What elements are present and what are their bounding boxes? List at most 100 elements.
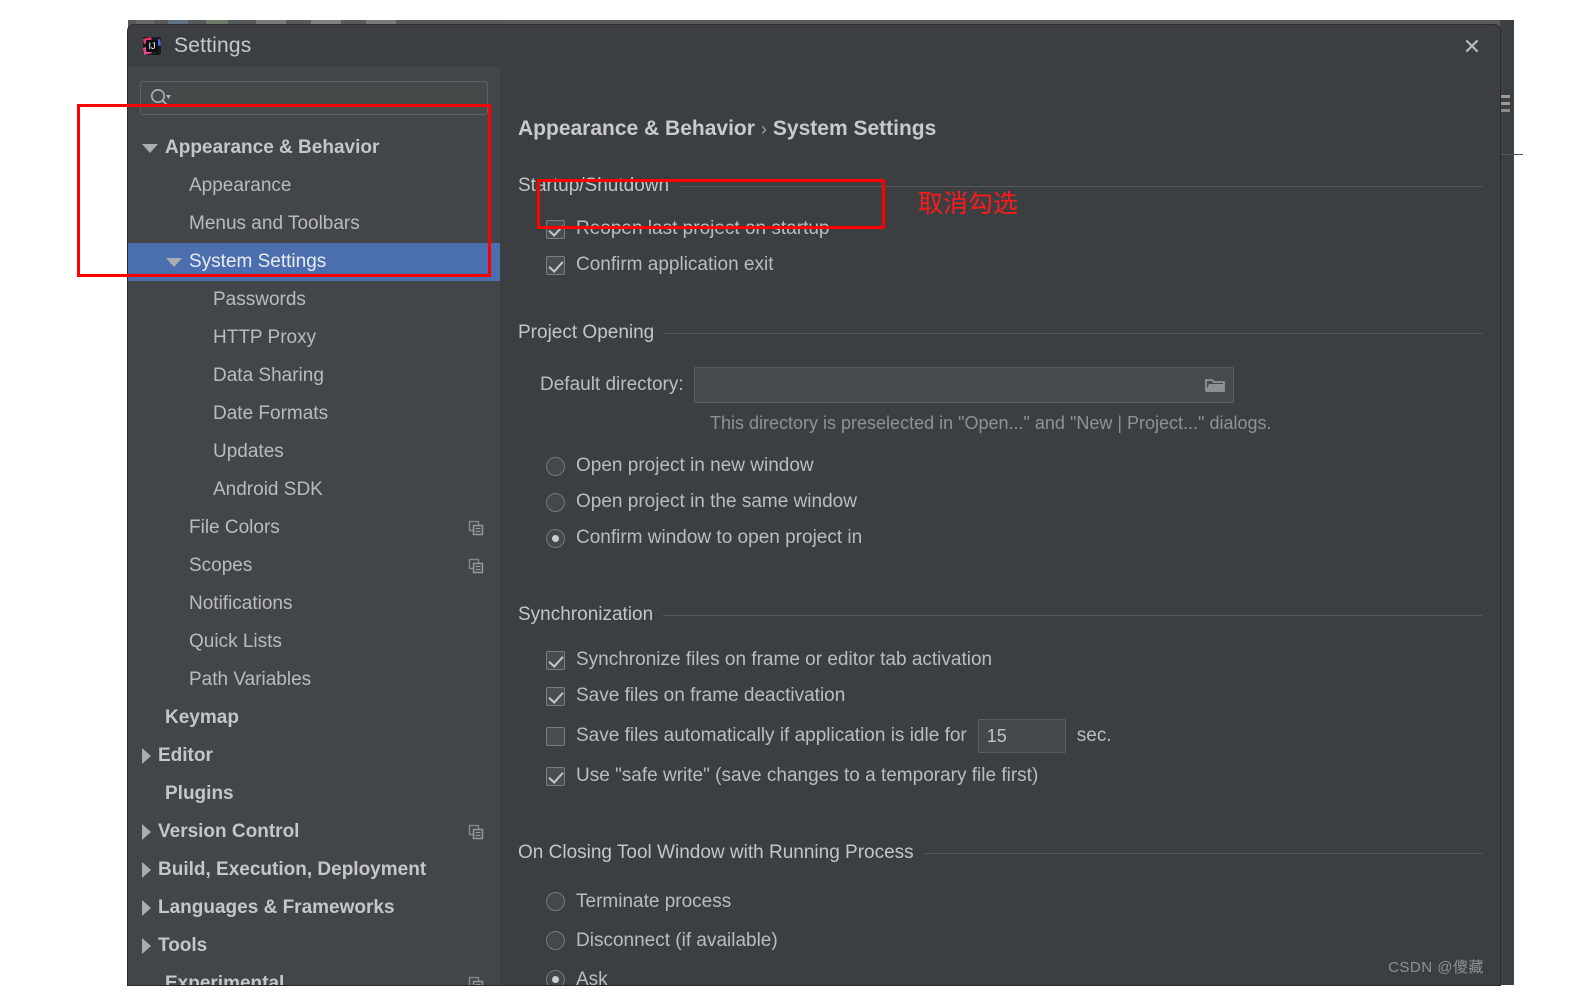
- radio-open-project-new-window[interactable]: [546, 456, 565, 476]
- sidebar-item-label: Notifications: [189, 593, 293, 614]
- checkbox-confirm-application-exit[interactable]: [546, 255, 565, 275]
- settings-sidebar: Appearance & Behavior Appearance Menus and…: [128, 67, 500, 985]
- checkbox-label: Confirm application exit: [576, 254, 774, 275]
- section-title: Startup/Shutdown: [518, 175, 670, 196]
- checkbox-use-safe-write[interactable]: [546, 766, 565, 786]
- copy-icon[interactable]: [468, 520, 484, 536]
- sidebar-item-label: Passwords: [213, 289, 306, 310]
- radio-disconnect-if-available[interactable]: [546, 931, 565, 950]
- default-directory-input[interactable]: [694, 368, 1233, 402]
- sidebar-item-notifications[interactable]: Notifications: [128, 585, 500, 623]
- chevron-down-icon[interactable]: [142, 143, 158, 153]
- copy-icon[interactable]: [468, 976, 484, 985]
- sidebar-item-android-sdk[interactable]: Android SDK: [128, 471, 500, 509]
- sidebar-item-version-control[interactable]: Version Control: [128, 813, 500, 851]
- sidebar-item-plugins[interactable]: Plugins: [128, 775, 500, 813]
- breadcrumb: Appearance & Behavior › System Settings: [518, 117, 936, 141]
- sidebar-item-menus-and-toolbars[interactable]: Menus and Toolbars: [128, 205, 500, 243]
- close-icon[interactable]: ✕: [1458, 33, 1486, 61]
- sidebar-item-http-proxy[interactable]: HTTP Proxy: [128, 319, 500, 357]
- default-directory-field[interactable]: [693, 367, 1234, 403]
- section-title: On Closing Tool Window with Running Proc…: [518, 842, 914, 863]
- chevron-right-icon[interactable]: [142, 938, 151, 954]
- radio-row-open-same-window[interactable]: Open project in the same window: [546, 484, 1482, 520]
- radio-row-disconnect[interactable]: Disconnect (if available): [546, 921, 1482, 960]
- checkbox-row-save-on-deactivation[interactable]: Save files on frame deactivation: [546, 678, 1482, 714]
- radio-row-open-new-window[interactable]: Open project in new window: [546, 448, 1482, 484]
- sidebar-item-appearance-behavior[interactable]: Appearance & Behavior: [128, 129, 500, 167]
- radio-confirm-window-to-open-project-in[interactable]: [546, 528, 565, 548]
- sidebar-item-appearance[interactable]: Appearance: [128, 167, 500, 205]
- sidebar-item-languages-frameworks[interactable]: Languages & Frameworks: [128, 889, 500, 927]
- search-wrapper: [128, 67, 500, 115]
- section-title: Synchronization: [518, 604, 654, 625]
- radio-row-confirm-window[interactable]: Confirm window to open project in: [546, 520, 1482, 556]
- sidebar-item-quick-lists[interactable]: Quick Lists: [128, 623, 500, 661]
- sidebar-item-tools[interactable]: Tools: [128, 927, 500, 965]
- synchronization-options: Synchronize files on frame or editor tab…: [518, 642, 1482, 794]
- checkbox-reopen-last-project[interactable]: [546, 219, 565, 239]
- copy-icon[interactable]: [468, 824, 484, 840]
- section-header: Synchronization: [518, 604, 1482, 626]
- sidebar-item-experimental[interactable]: Experimental: [128, 965, 500, 985]
- section-divider: [923, 852, 1482, 854]
- sidebar-item-label: Experimental: [165, 973, 285, 985]
- checkbox-synchronize-files[interactable]: [546, 650, 565, 670]
- sidebar-item-path-variables[interactable]: Path Variables: [128, 661, 500, 699]
- chevron-right-icon[interactable]: [142, 862, 151, 878]
- radio-open-project-same-window[interactable]: [546, 492, 565, 512]
- section-header: Project Opening: [518, 322, 1482, 344]
- chevron-right-icon[interactable]: [142, 900, 151, 916]
- annotation-note: 取消勾选: [918, 190, 1019, 218]
- sidebar-item-system-settings[interactable]: System Settings: [128, 243, 500, 281]
- sidebar-item-file-colors[interactable]: File Colors: [128, 509, 500, 547]
- chevron-right-icon[interactable]: [142, 748, 151, 764]
- folder-icon[interactable]: [1204, 376, 1225, 394]
- sidebar-item-updates[interactable]: Updates: [128, 433, 500, 471]
- radio-row-ask[interactable]: Ask: [546, 960, 1482, 985]
- dialog-body: Appearance & Behavior Appearance Menus and…: [128, 67, 1500, 985]
- sidebar-item-passwords[interactable]: Passwords: [128, 281, 500, 319]
- checkbox-save-files-frame-deactivation[interactable]: [546, 686, 565, 706]
- sidebar-item-data-sharing[interactable]: Data Sharing: [128, 357, 500, 395]
- seconds-unit-label: sec.: [1076, 725, 1112, 746]
- chevron-down-icon[interactable]: [166, 257, 182, 267]
- sidebar-item-label: Path Variables: [189, 669, 312, 690]
- sidebar-item-label: HTTP Proxy: [213, 327, 317, 348]
- radio-ask[interactable]: [546, 970, 565, 985]
- sidebar-item-date-formats[interactable]: Date Formats: [128, 395, 500, 433]
- sidebar-item-editor[interactable]: Editor: [128, 737, 500, 775]
- idle-seconds-field[interactable]: [977, 719, 1066, 753]
- sidebar-item-label: Menus and Toolbars: [189, 213, 360, 234]
- chevron-right-icon[interactable]: [142, 824, 151, 840]
- checkbox-row-save-idle[interactable]: Save files automatically if application …: [546, 714, 1482, 758]
- checkbox-row-sync-files[interactable]: Synchronize files on frame or editor tab…: [546, 642, 1482, 678]
- search-box[interactable]: [140, 81, 488, 115]
- sidebar-item-label: Keymap: [165, 707, 239, 728]
- checkbox-save-files-automatically-idle[interactable]: [546, 726, 565, 746]
- search-input[interactable]: [171, 88, 479, 108]
- sidebar-item-scopes[interactable]: Scopes: [128, 547, 500, 585]
- radio-terminate-process[interactable]: [546, 892, 565, 911]
- checkbox-row-safe-write[interactable]: Use "safe write" (save changes to a temp…: [546, 758, 1482, 794]
- sidebar-item-label: System Settings: [189, 251, 327, 272]
- copy-icon[interactable]: [468, 558, 484, 574]
- idle-seconds-input[interactable]: [978, 720, 1065, 752]
- dialog-title: Settings: [174, 34, 252, 57]
- sidebar-item-label: Plugins: [165, 783, 234, 804]
- radio-row-terminate-process[interactable]: Terminate process: [546, 882, 1482, 921]
- section-header: On Closing Tool Window with Running Proc…: [518, 842, 1482, 864]
- section-divider: [664, 332, 1482, 334]
- breadcrumb-root[interactable]: Appearance & Behavior: [518, 117, 755, 140]
- sidebar-item-build-execution-deployment[interactable]: Build, Execution, Deployment: [128, 851, 500, 889]
- sidebar-item-label: Appearance: [189, 175, 292, 196]
- sidebar-item-keymap[interactable]: Keymap: [128, 699, 500, 737]
- checkbox-row-confirm-application-exit[interactable]: Confirm application exit: [546, 247, 1482, 283]
- radio-label: Open project in new window: [576, 455, 814, 476]
